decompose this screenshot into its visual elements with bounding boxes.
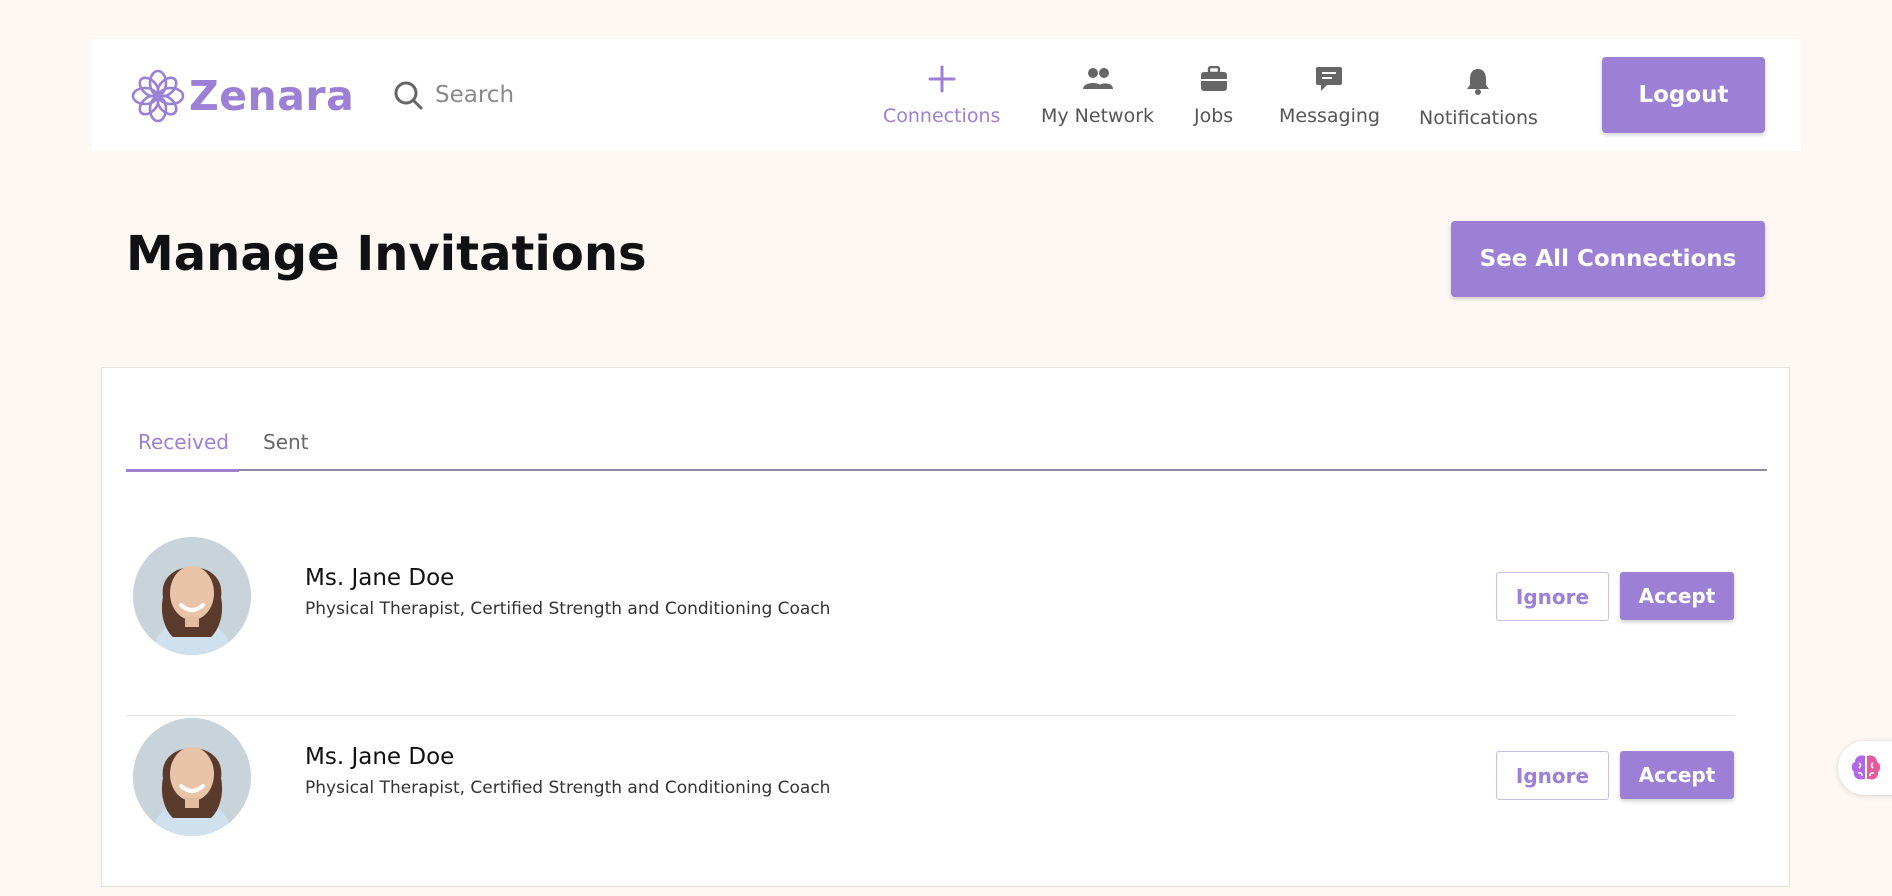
search-box[interactable]: [393, 73, 653, 117]
nav-my-network-label: My Network: [1041, 105, 1155, 127]
page-title: Manage Invitations: [126, 226, 647, 282]
tab-received[interactable]: Received: [126, 426, 239, 472]
nav-my-network[interactable]: My Network: [1041, 59, 1154, 149]
accept-button[interactable]: Accept: [1620, 572, 1734, 620]
invitation-tabs: Received Sent: [126, 426, 1767, 472]
flower-logo-icon: [131, 69, 185, 123]
ignore-button[interactable]: Ignore: [1496, 751, 1609, 800]
person-avatar-icon: [133, 718, 251, 836]
nav-connections-label: Connections: [883, 105, 1001, 127]
person-name[interactable]: Ms. Jane Doe: [305, 565, 454, 591]
nav-messaging[interactable]: Messaging: [1279, 59, 1380, 149]
search-icon: [394, 81, 423, 110]
accept-button[interactable]: Accept: [1620, 751, 1734, 799]
invitation-row: Ms. Jane Doe Physical Therapist, Certifi…: [126, 716, 1735, 896]
top-navigation-bar: Zenara Connections My Network: [91, 39, 1801, 151]
nav-connections[interactable]: Connections: [883, 59, 1000, 149]
briefcase-icon: [1200, 59, 1228, 99]
bell-icon: [1465, 61, 1491, 101]
see-all-connections-button[interactable]: See All Connections: [1451, 221, 1765, 297]
tab-received-label: Received: [138, 430, 229, 454]
person-title: Physical Therapist, Certified Strength a…: [305, 778, 831, 798]
ignore-button[interactable]: Ignore: [1496, 572, 1609, 621]
nav-notifications-label: Notifications: [1419, 107, 1538, 129]
avatar[interactable]: [133, 718, 251, 836]
brain-icon: [1851, 755, 1881, 780]
invitations-card: Received Sent Ms. Jane Doe Physical Ther…: [101, 367, 1790, 887]
brand-logo[interactable]: Zenara: [131, 67, 354, 125]
plus-icon: [927, 59, 957, 99]
nav-jobs[interactable]: Jobs: [1194, 59, 1233, 149]
assistant-widget[interactable]: [1838, 741, 1892, 795]
nav-messaging-label: Messaging: [1279, 105, 1380, 127]
nav-jobs-label: Jobs: [1194, 105, 1234, 127]
search-input[interactable]: [433, 81, 653, 109]
nav-notifications[interactable]: Notifications: [1419, 61, 1538, 151]
tab-sent-label: Sent: [263, 430, 309, 454]
invitation-row: Ms. Jane Doe Physical Therapist, Certifi…: [126, 537, 1735, 716]
person-title: Physical Therapist, Certified Strength a…: [305, 599, 831, 619]
tab-sent[interactable]: Sent: [251, 426, 321, 471]
logout-button[interactable]: Logout: [1602, 57, 1765, 133]
brand-name: Zenara: [189, 72, 355, 120]
person-name[interactable]: Ms. Jane Doe: [305, 744, 454, 770]
people-icon: [1082, 59, 1113, 99]
chat-bubble-icon: [1315, 59, 1343, 99]
avatar[interactable]: [133, 537, 251, 655]
person-avatar-icon: [133, 537, 251, 655]
